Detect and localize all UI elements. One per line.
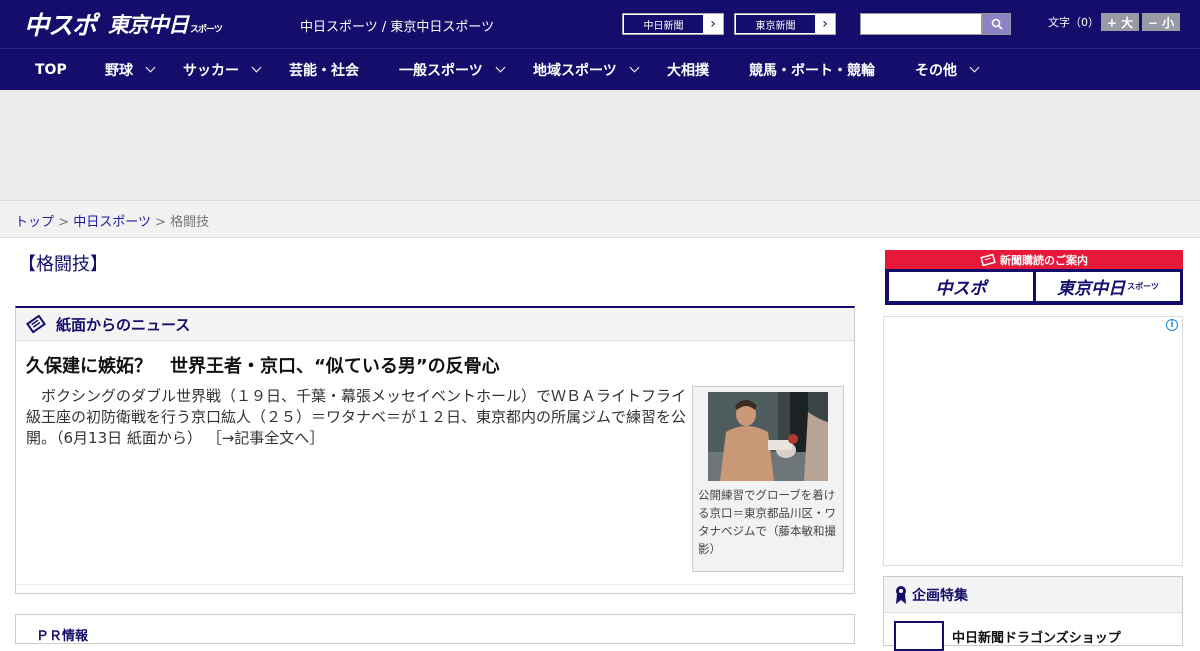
article-headline[interactable]: 久保建に嫉妬？ 世界王者・京口、“似ている男”の反骨心 xyxy=(26,352,500,378)
newspaper-icon xyxy=(26,315,46,333)
feature-thumbnail xyxy=(894,621,944,651)
nav-item-soccer[interactable]: サッカー xyxy=(183,49,262,90)
article-photo[interactable] xyxy=(708,392,828,481)
top-header: 中スポ 東京中日 スポーツ 中日スポーツ / 東京中日スポーツ 中日新聞 › 東京… xyxy=(0,0,1200,48)
chevron-down-icon xyxy=(145,62,156,73)
chevron-right-icon: › xyxy=(710,16,716,32)
subscription-box: 新聞購読のご案内 中スポ 東京中日 スポーツ xyxy=(885,250,1183,305)
article-summary-text: ボクシングのダブル世界戦（１９日、千葉・幕張メッセイベントホール）でＷＢＡライト… xyxy=(26,387,687,447)
tokyo-shimbun-label: 東京新聞 xyxy=(736,15,815,33)
breadcrumb-home[interactable]: トップ xyxy=(15,215,54,230)
subscribe-chuspo-button[interactable]: 中スポ xyxy=(889,272,1033,301)
site-logo[interactable]: 中スポ 東京中日 スポーツ xyxy=(24,6,223,42)
ribbon-icon xyxy=(896,585,906,604)
nav-item-entertainment[interactable]: 芸能・社会 xyxy=(289,49,359,90)
nav-item-other[interactable]: その他 xyxy=(915,49,980,90)
search-button[interactable] xyxy=(982,13,1011,35)
read-more-link[interactable]: ［→記事全文へ］ xyxy=(207,429,325,447)
panel-header: 紙面からのニュース xyxy=(16,308,854,341)
breadcrumb-section[interactable]: 中日スポーツ xyxy=(73,215,151,230)
chevron-down-icon xyxy=(495,62,506,73)
search-icon xyxy=(991,18,1003,30)
top-ad-banner[interactable] xyxy=(0,90,1200,200)
subscribe-tokyo-chunichi-button[interactable]: 東京中日 スポーツ xyxy=(1036,272,1180,301)
breadcrumb-separator: > xyxy=(155,215,166,230)
font-size-down-button[interactable]: − 小 xyxy=(1142,13,1180,31)
chevron-right-icon: › xyxy=(822,16,828,32)
chunichi-shimbun-label: 中日新聞 xyxy=(624,15,703,33)
nav-item-baseball[interactable]: 野球 xyxy=(105,49,156,90)
nav-item-top[interactable]: TOP xyxy=(35,49,67,90)
article-photo-box: 公開練習でグローブを着ける京口＝東京都品川区・ワタナベジムで（藤本敏和撮影） xyxy=(692,386,844,572)
pr-panel-title: ＰＲ情報 xyxy=(36,629,89,644)
panel-divider xyxy=(16,584,854,585)
nav-item-racing[interactable]: 競馬・ボート・競輪 xyxy=(749,49,875,90)
site-links[interactable]: 中日スポーツ / 東京中日スポーツ xyxy=(300,16,494,35)
feature-box: 企画特集 中日新聞ドラゴンズショップ xyxy=(883,576,1183,651)
subscription-title: 新聞購読のご案内 xyxy=(1000,253,1088,267)
photo-caption: 公開練習でグローブを着ける京口＝東京都品川区・ワタナベジムで（藤本敏和撮影） xyxy=(698,488,836,556)
nav-item-general-sports[interactable]: 一般スポーツ xyxy=(399,49,506,90)
ticket-icon xyxy=(980,253,996,266)
logo-chuspo[interactable]: 中スポ xyxy=(24,6,97,42)
page-title: 【格闘技】 xyxy=(18,254,108,275)
feature-title: 企画特集 xyxy=(912,587,968,604)
panel-title: 紙面からのニュース xyxy=(56,315,191,334)
font-size-up-button[interactable]: + 大 xyxy=(1101,13,1139,31)
font-size-label: 文字（0） xyxy=(1048,16,1099,29)
chevron-down-icon xyxy=(969,62,980,73)
feature-item-label: 中日新聞ドラゴンズショップ xyxy=(952,630,1121,646)
sidebar-ad[interactable]: i xyxy=(883,316,1183,566)
boxer-photo-image xyxy=(708,392,828,481)
article-summary: ボクシングのダブル世界戦（１９日、千葉・幕張メッセイベントホール）でＷＢＡライト… xyxy=(26,386,686,449)
nav-item-local-sports[interactable]: 地域スポーツ xyxy=(533,49,640,90)
breadcrumb-separator: > xyxy=(58,215,70,230)
main-nav: TOP 野球 サッカー 芸能・社会 一般スポーツ 地域スポーツ 大相撲 競馬・ボ… xyxy=(0,48,1200,90)
tokyo-shimbun-button[interactable]: 東京新聞 › xyxy=(734,13,836,35)
feature-item[interactable]: 中日新聞ドラゴンズショップ xyxy=(894,621,1121,651)
info-icon[interactable]: i xyxy=(1166,319,1178,331)
pr-panel: ＰＲ情報 xyxy=(15,614,855,644)
news-panel: 紙面からのニュース 久保建に嫉妬？ 世界王者・京口、“似ている男”の反骨心 ボク… xyxy=(15,306,855,594)
search-input[interactable] xyxy=(860,13,982,35)
breadcrumb-current: 格闘技 xyxy=(170,215,210,230)
subscription-header: 新聞購読のご案内 xyxy=(885,250,1183,269)
feature-header: 企画特集 xyxy=(884,577,1182,613)
nav-item-sumo[interactable]: 大相撲 xyxy=(667,49,709,90)
chevron-down-icon xyxy=(251,62,262,73)
chevron-down-icon xyxy=(629,62,640,73)
logo-tokyo-chunichi[interactable]: 東京中日 スポーツ xyxy=(108,9,223,39)
chunichi-shimbun-button[interactable]: 中日新聞 › xyxy=(622,13,724,35)
breadcrumb: トップ > 中日スポーツ > 格闘技 xyxy=(0,200,1200,238)
